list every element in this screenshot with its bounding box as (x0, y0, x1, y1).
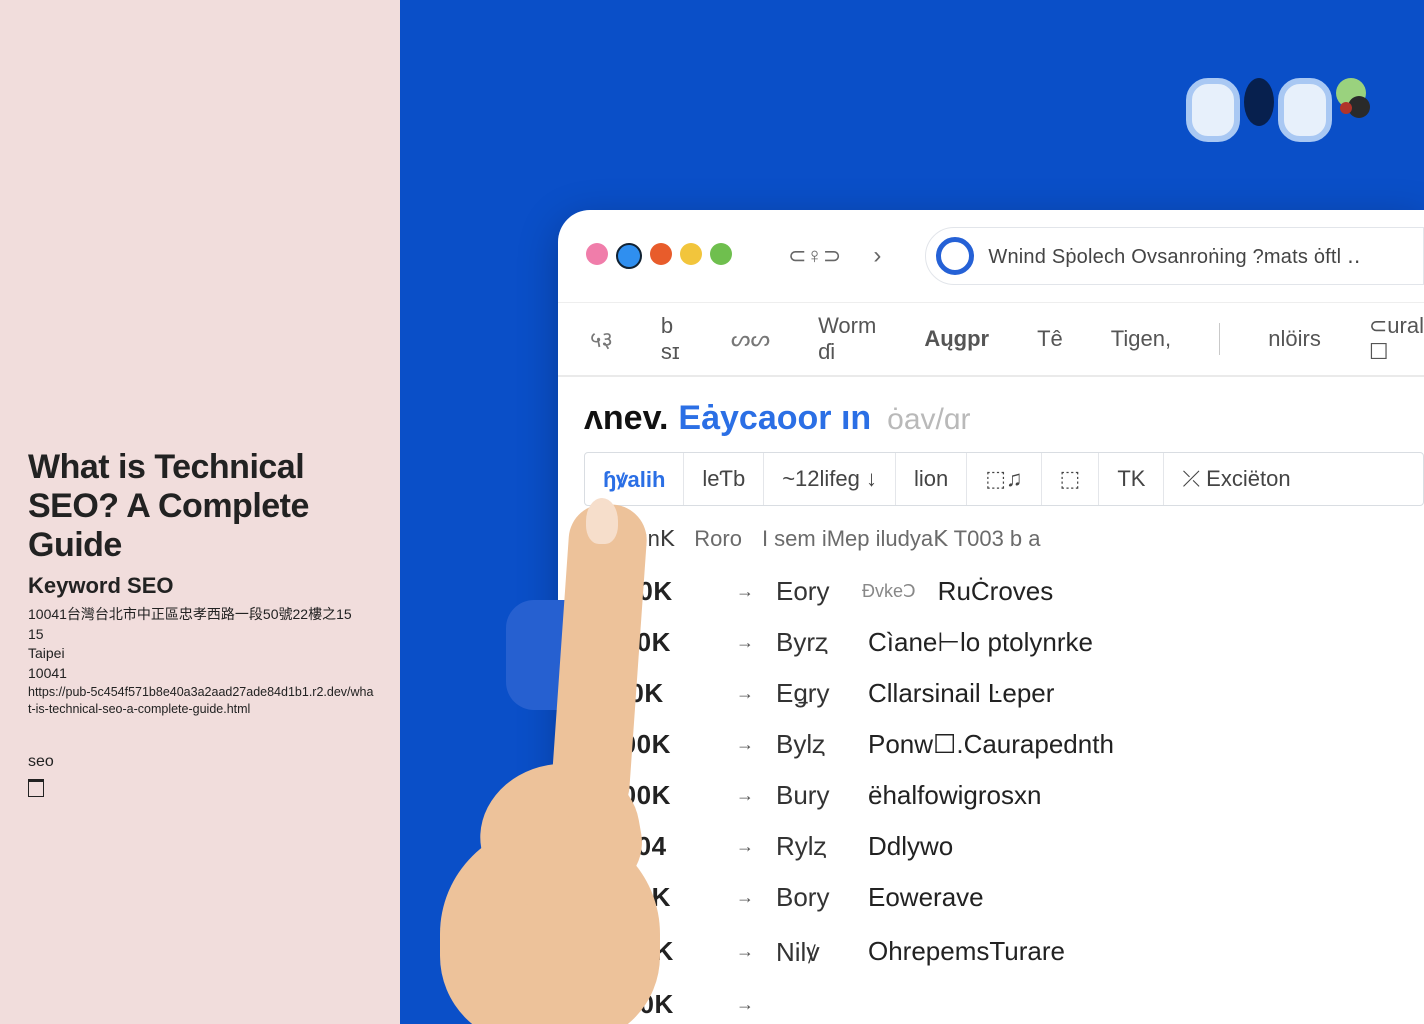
traffic-lights (586, 243, 732, 269)
browser-window: ⊂♀⊃ › Wnind Sṗolech Ovsanroṅing ?mats ȯf… (558, 210, 1424, 1024)
table-row[interactable]: 32 00K→BoryEowerave (584, 872, 1424, 923)
headline: ʌnev. Eȧycaoor ın ȯav/ɑr (558, 377, 1424, 452)
arrow-icon: → (736, 581, 754, 602)
data-rows: 6Ɛ 00K→EoryÐvkeꓛRuĊroves13 00K→ByrȥCìane… (558, 560, 1424, 1024)
logo-cluster-icon (1336, 78, 1374, 130)
tab-augpr[interactable]: Aųgpr (924, 326, 989, 352)
browser-titlebar: ⊂♀⊃ › Wnind Sṗolech Ovsanroṅing ?mats ȯf… (558, 210, 1424, 303)
arrow-icon: → (736, 734, 754, 755)
info-line: Hꞁy ounꓗ Roro I sem iMep iludyaꓗ T003 b … (558, 506, 1424, 560)
headline-c: ȯav/ɑr (887, 403, 970, 437)
row-tag: Nilꝟ (776, 933, 846, 969)
nav-forward-icon[interactable]: › (873, 242, 881, 270)
tab-ural[interactable]: ⊂ural ☐ (1369, 313, 1424, 365)
row-tag: Eǥry (776, 678, 846, 709)
row-name: Ddlywo (868, 831, 953, 862)
page-subtitle: Keyword SEO (28, 573, 374, 599)
toolbar-cell-6[interactable]: TK (1099, 453, 1164, 505)
row-tag: Bylȥ (776, 729, 846, 760)
search-icon (936, 237, 974, 275)
row-name: ëhalfowigrosxn (868, 780, 1041, 811)
arrow-icon: → (736, 941, 754, 962)
arrow-icon: → (736, 836, 754, 857)
headline-a: ʌnev. (584, 399, 668, 438)
logo-dark-icon (1244, 78, 1274, 126)
toolbar-cell-3[interactable]: lion (896, 453, 967, 505)
logo-row (1186, 78, 1374, 142)
row-tag: Byrȥ (776, 627, 846, 658)
arrow-icon: → (736, 887, 754, 908)
secondary-toolbar: ɧꝟalih leƬb ~12lifeg ↓ lion ⬚♫ ⬚ TK ⤫ Ex… (584, 452, 1424, 506)
row-name: Ponw☐.Caurapednth (868, 729, 1114, 760)
logo-oval-1-icon (1186, 78, 1240, 142)
toolbar-cell-2[interactable]: ~12lifeg ↓ (764, 453, 896, 505)
row-mini: Ðvkeꓛ (862, 581, 916, 602)
row-name: Eowerave (868, 882, 984, 913)
traffic-green-icon[interactable] (710, 243, 732, 265)
table-row[interactable]: 80 00K→BylȥPonw☐.Caurapednth (584, 719, 1424, 770)
address-line-2: 15 (28, 625, 374, 645)
tab-glyph-icon[interactable]: ᔕᔕ (731, 326, 770, 352)
traffic-orange-icon[interactable] (650, 243, 672, 265)
table-row[interactable]: 6Ɛ 00K→EoryÐvkeꓛRuĊroves (584, 566, 1424, 617)
table-row[interactable]: 8E 00K→ (584, 979, 1424, 1024)
row-name: OhrepemsTurare (868, 936, 1065, 967)
row-tag: Rylȥ (776, 831, 846, 862)
toolbar-cell-7[interactable]: ⤫ Exciëton (1164, 453, 1308, 505)
nav-refresh-icon[interactable]: ⊂♀⊃ (788, 243, 841, 269)
tab-tigen[interactable]: Tigen, (1111, 326, 1171, 352)
tab-divider (1219, 323, 1220, 355)
traffic-yellow-icon[interactable] (680, 243, 702, 265)
info-mid: Roro (694, 526, 742, 552)
logo-oval-2-icon (1278, 78, 1332, 142)
tab-worm[interactable]: Worm ɗi (818, 313, 876, 365)
traffic-pink-icon[interactable] (586, 243, 608, 265)
row-name: Cllarsinail Ŀeper (868, 678, 1054, 709)
info-right: I sem iMep iludyaꓗ T003 b a (762, 526, 1041, 552)
row-name: RuĊroves (938, 576, 1054, 607)
left-sidebar: What is Technical SEO? A Complete Guide … (0, 0, 400, 1024)
tabs-row: ५३ b sɪ ᔕᔕ Worm ɗi Aųgpr Tê Tigen, nlöir… (558, 303, 1424, 377)
square-icon (28, 779, 44, 797)
table-row[interactable]: 13 00K→ByrȥCìane⊢lo ptolynrke (584, 617, 1424, 668)
row-tag: Bury (776, 780, 846, 811)
url-line: https://pub-5c454f571b8e40a3a2aad27ade84… (28, 684, 374, 719)
pointing-hand-illustration (400, 604, 660, 1024)
tag-label: seo (28, 753, 374, 771)
tab-te[interactable]: Tê (1037, 326, 1063, 352)
tab-nloirs[interactable]: nlöirs (1268, 326, 1321, 352)
search-bar[interactable]: Wnind Sṗolech Ovsanroṅing ?mats ȯftl ‥ (925, 227, 1424, 285)
row-name: Cìane⊢lo ptolynrke (868, 627, 1093, 658)
toolbar-cell-5[interactable]: ⬚ (1042, 453, 1100, 505)
tab-bsi[interactable]: b sɪ (661, 313, 683, 365)
traffic-blue-icon[interactable] (616, 243, 642, 269)
address-city: Taipei (28, 644, 374, 664)
address-zip: 10041 (28, 664, 374, 684)
arrow-icon: → (736, 994, 754, 1015)
arrow-icon: → (736, 785, 754, 806)
tab-icon-1[interactable]: ५३ (590, 324, 613, 354)
search-text: Wnind Sṗolech Ovsanroṅing ?mats ȯftl ‥ (988, 244, 1360, 269)
arrow-icon: → (736, 683, 754, 704)
row-tag: Bory (776, 882, 846, 913)
page-title: What is Technical SEO? A Complete Guide (28, 448, 374, 565)
arrow-icon: → (736, 632, 754, 653)
address-line-1: 10041台灣台北市中正區忠孝西路一段50號22樓之15 (28, 605, 374, 625)
table-row[interactable]: 32 00K→Buryëhalfowigrosxn (584, 770, 1424, 821)
table-row[interactable]: 8I 00K→EǥryCllarsinail Ŀeper (584, 668, 1424, 719)
table-row[interactable]: 17 004→RylȥDdlywo (584, 821, 1424, 872)
toolbar-cell-1[interactable]: leƬb (684, 453, 764, 505)
table-row[interactable]: S0 00K→NilꝟOhrepemsTurare (584, 923, 1424, 979)
toolbar-cell-4[interactable]: ⬚♫ (967, 453, 1041, 505)
headline-b: Eȧycaoor ın (678, 399, 871, 438)
row-tag: Eory (776, 576, 846, 607)
